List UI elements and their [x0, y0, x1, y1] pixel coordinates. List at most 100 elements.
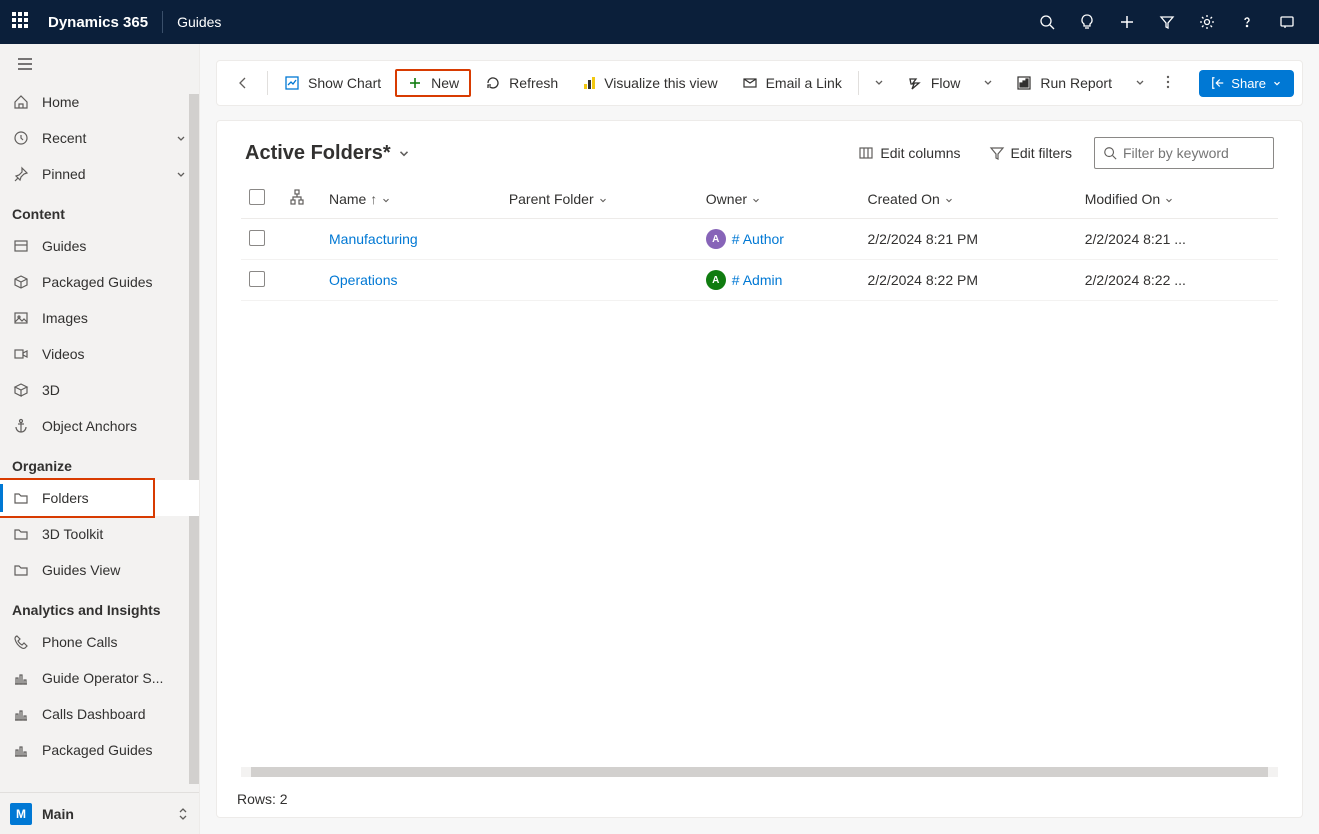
hierarchy-icon[interactable] — [289, 189, 305, 205]
share-button[interactable]: Share — [1199, 70, 1294, 97]
col-created[interactable]: Created On — [859, 179, 1076, 219]
nav-label: Videos — [42, 346, 187, 362]
visualize-label: Visualize this view — [604, 75, 717, 91]
main-area: Show Chart New Refresh Visualize this vi… — [200, 44, 1319, 834]
folder-name-link[interactable]: Manufacturing — [321, 219, 501, 260]
flow-chevron[interactable] — [974, 69, 1002, 97]
nav-3d-toolkit[interactable]: 3D Toolkit — [0, 516, 199, 552]
lightbulb-icon[interactable] — [1067, 0, 1107, 44]
nav-pinned[interactable]: Pinned — [0, 156, 199, 192]
refresh-label: Refresh — [509, 75, 558, 91]
owner-link[interactable]: A# Admin — [706, 270, 852, 290]
view-selector[interactable]: Active Folders* — [245, 142, 411, 165]
select-all-checkbox[interactable] — [249, 189, 265, 205]
folder-icon — [12, 525, 30, 543]
nav-packaged-guides[interactable]: Packaged Guides — [0, 264, 199, 300]
nav-object-anchors[interactable]: Object Anchors — [0, 408, 199, 444]
nav-label: Calls Dashboard — [42, 706, 187, 722]
table-row[interactable]: Manufacturing A# Author 2/2/2024 8:21 PM… — [241, 219, 1278, 260]
package-icon — [12, 273, 30, 291]
overflow-icon[interactable] — [1158, 68, 1178, 99]
visualize-button[interactable]: Visualize this view — [572, 69, 727, 97]
add-icon[interactable] — [1107, 0, 1147, 44]
updown-icon — [177, 806, 189, 822]
nav-label: Packaged Guides — [42, 274, 187, 290]
col-name[interactable]: Name ↑ — [321, 179, 501, 219]
flow-button[interactable]: Flow — [897, 69, 971, 97]
new-button[interactable]: New — [395, 69, 471, 97]
clock-icon — [12, 129, 30, 147]
back-button[interactable] — [225, 69, 261, 97]
nav-label: Folders — [42, 490, 187, 506]
share-label: Share — [1231, 76, 1266, 91]
nav-group-title: Organize — [0, 444, 199, 480]
help-icon[interactable] — [1227, 0, 1267, 44]
image-icon — [12, 309, 30, 327]
nav-recent[interactable]: Recent — [0, 120, 199, 156]
chevron-down-icon — [175, 168, 187, 180]
nav-images[interactable]: Images — [0, 300, 199, 336]
nav-calls-dashboard[interactable]: Calls Dashboard — [0, 696, 199, 732]
hamburger-icon[interactable] — [0, 44, 199, 84]
nav-group-title: Analytics and Insights — [0, 588, 199, 624]
divider — [162, 11, 163, 33]
app-name[interactable]: Guides — [177, 14, 221, 30]
edit-columns-button[interactable]: Edit columns — [852, 141, 966, 165]
nav-guide-operator-s-[interactable]: Guide Operator S... — [0, 660, 199, 696]
nav-label: Pinned — [42, 166, 163, 182]
row-count: Rows: 2 — [217, 781, 1302, 817]
run-report-chevron[interactable] — [1126, 69, 1154, 97]
parent-cell — [501, 260, 698, 301]
show-chart-button[interactable]: Show Chart — [274, 69, 391, 97]
email-link-button[interactable]: Email a Link — [732, 69, 852, 97]
folder-name-link[interactable]: Operations — [321, 260, 501, 301]
nav-guides[interactable]: Guides — [0, 228, 199, 264]
horizontal-scrollbar[interactable] — [241, 767, 1278, 777]
filter-icon[interactable] — [1147, 0, 1187, 44]
nav-label: Images — [42, 310, 187, 326]
avatar: A — [706, 270, 726, 290]
app-launcher-icon[interactable] — [12, 12, 32, 32]
nav-label: Object Anchors — [42, 418, 187, 434]
refresh-button[interactable]: Refresh — [475, 69, 568, 97]
row-checkbox[interactable] — [249, 230, 265, 246]
run-report-button[interactable]: Run Report — [1006, 69, 1122, 97]
chevron-down-icon — [175, 132, 187, 144]
nav-group-title: Content — [0, 192, 199, 228]
search-icon[interactable] — [1027, 0, 1067, 44]
table-row[interactable]: Operations A# Admin 2/2/2024 8:22 PM 2/2… — [241, 260, 1278, 301]
run-report-label: Run Report — [1040, 75, 1112, 91]
keyword-filter-input[interactable] — [1123, 145, 1304, 161]
area-label: Main — [42, 806, 167, 822]
edit-columns-label: Edit columns — [880, 145, 960, 161]
nav-phone-calls[interactable]: Phone Calls — [0, 624, 199, 660]
modified-cell: 2/2/2024 8:21 ... — [1077, 219, 1278, 260]
nav-guides-view[interactable]: Guides View — [0, 552, 199, 588]
folder-icon — [12, 489, 30, 507]
nav-folders[interactable]: Folders — [0, 480, 199, 516]
nav-packaged-guides[interactable]: Packaged Guides — [0, 732, 199, 768]
area-switcher[interactable]: M Main — [0, 792, 199, 834]
created-cell: 2/2/2024 8:22 PM — [859, 260, 1076, 301]
edit-filters-button[interactable]: Edit filters — [983, 141, 1078, 165]
row-checkbox[interactable] — [249, 271, 265, 287]
anchor-icon — [12, 417, 30, 435]
cube-icon — [12, 381, 30, 399]
nav-videos[interactable]: Videos — [0, 336, 199, 372]
col-parent[interactable]: Parent Folder — [501, 179, 698, 219]
settings-icon[interactable] — [1187, 0, 1227, 44]
nav-3d[interactable]: 3D — [0, 372, 199, 408]
nav-label: 3D Toolkit — [42, 526, 187, 542]
new-label: New — [431, 75, 459, 91]
nav-label: Home — [42, 94, 187, 110]
video-icon — [12, 345, 30, 363]
flow-label: Flow — [931, 75, 961, 91]
email-chevron[interactable] — [865, 69, 893, 97]
owner-link[interactable]: A# Author — [706, 229, 852, 249]
assistant-icon[interactable] — [1267, 0, 1307, 44]
col-modified[interactable]: Modified On — [1077, 179, 1278, 219]
nav-home[interactable]: Home — [0, 84, 199, 120]
keyword-filter[interactable] — [1094, 137, 1274, 169]
col-owner[interactable]: Owner — [698, 179, 860, 219]
home-icon — [12, 93, 30, 111]
